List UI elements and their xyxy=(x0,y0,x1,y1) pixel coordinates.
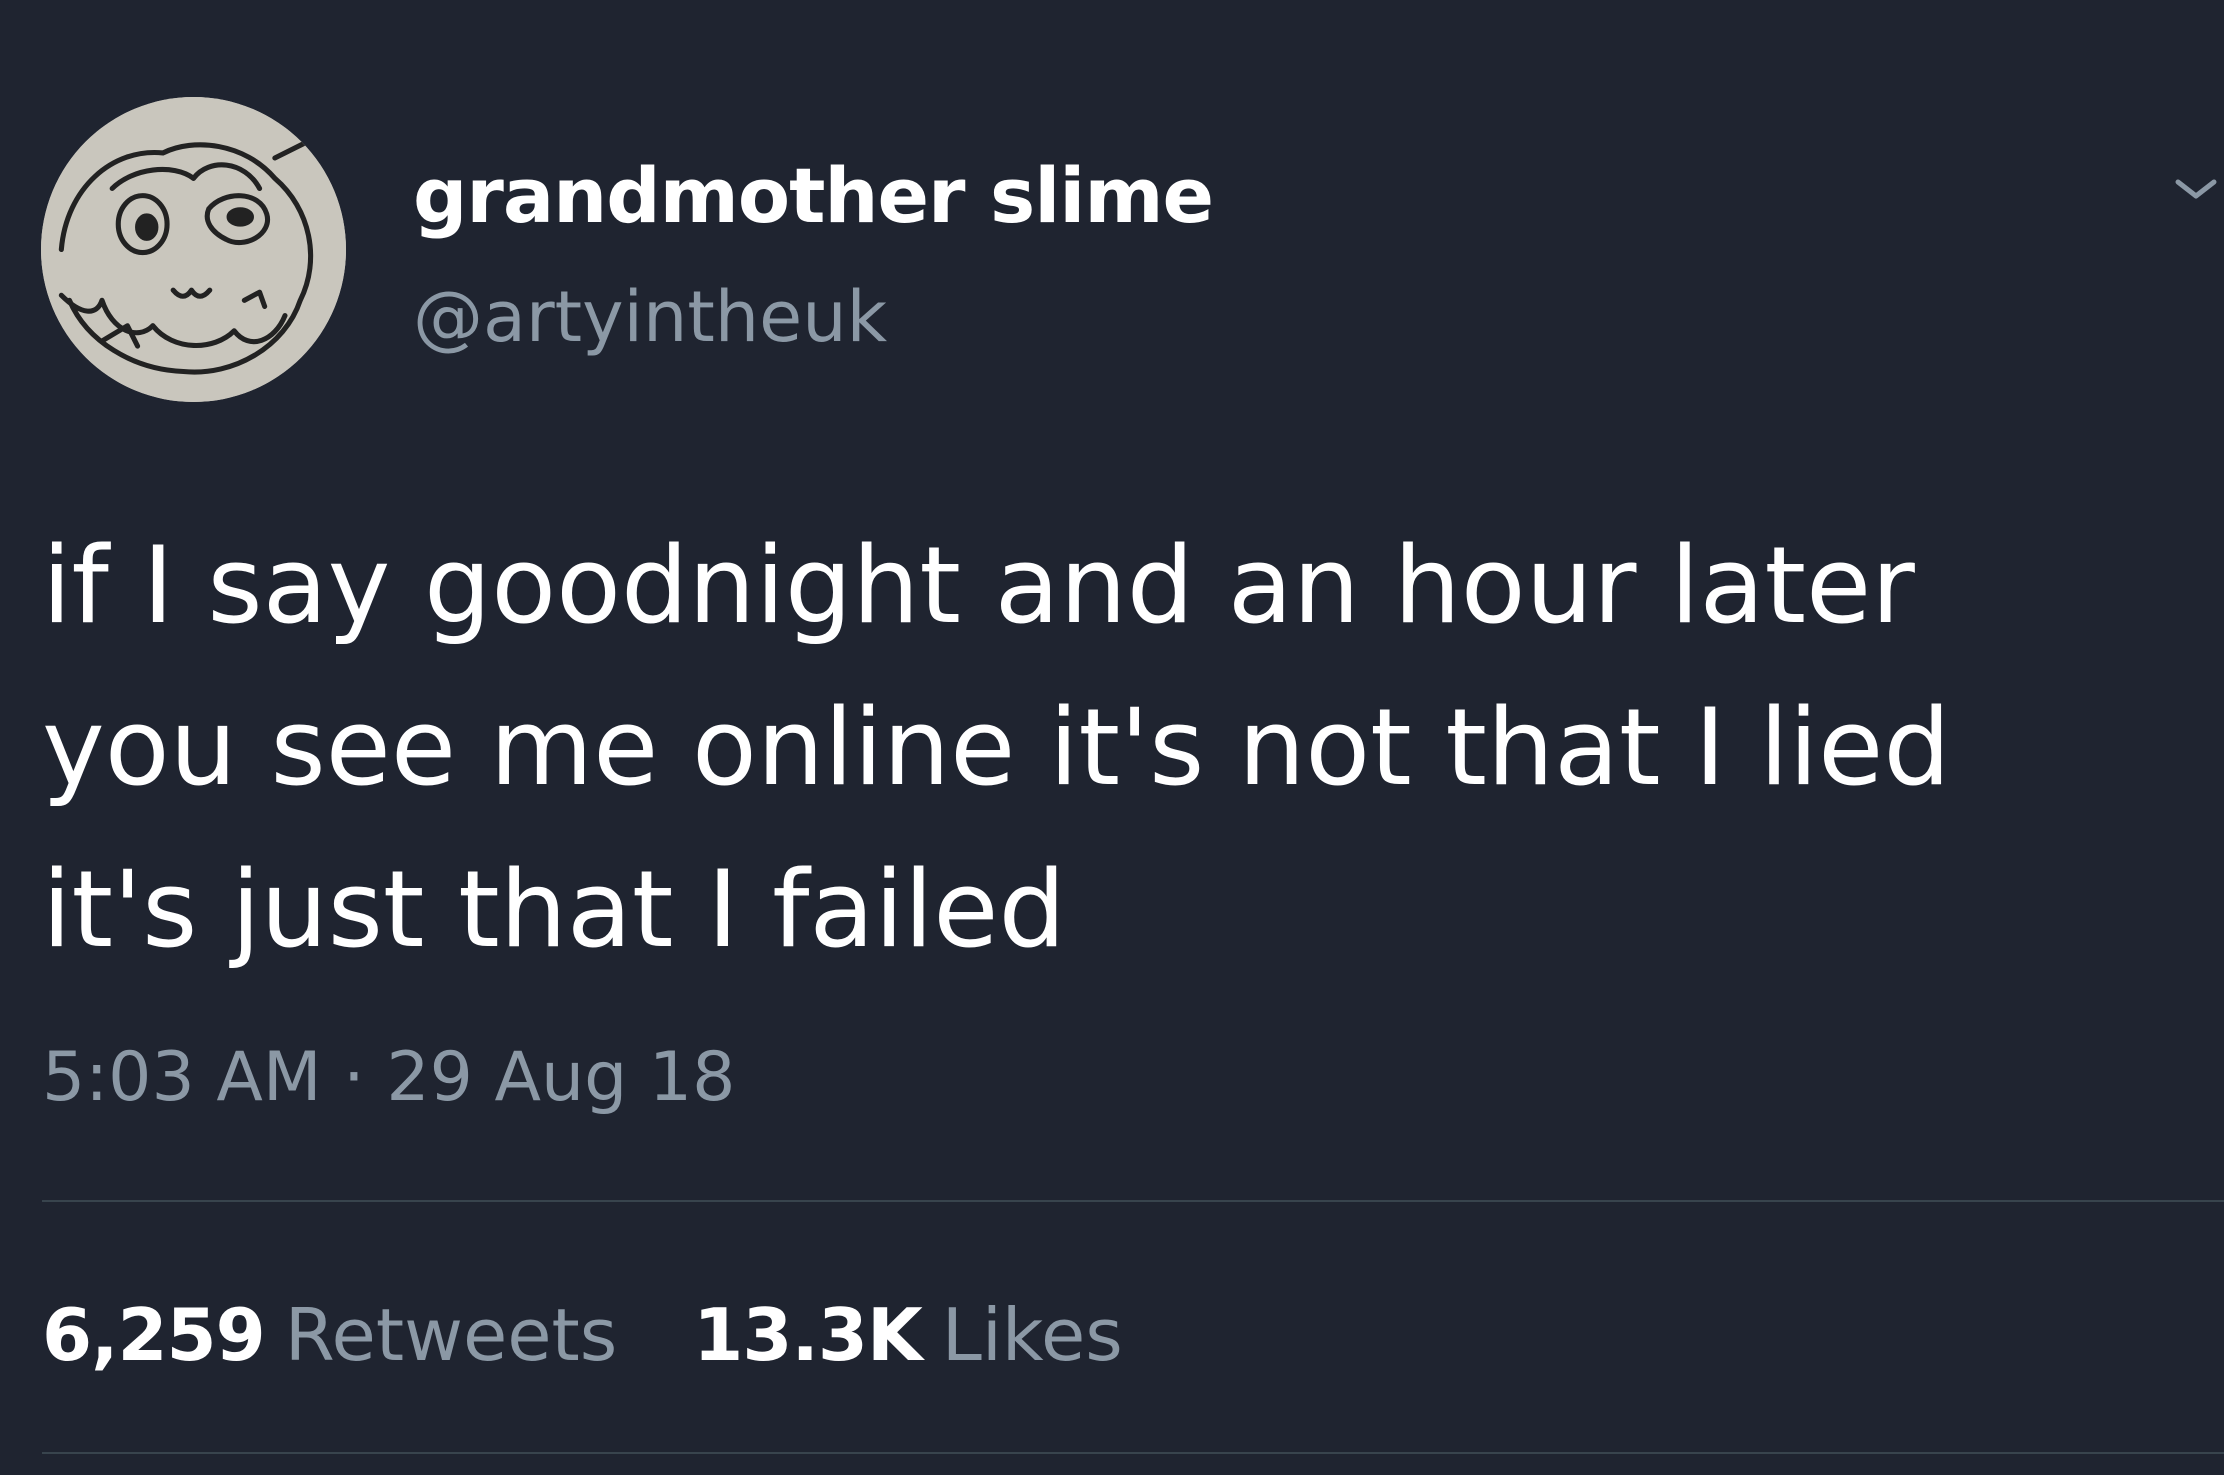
tweet-text-line: it's just that I failed xyxy=(42,848,1066,971)
user-handle[interactable]: @artyintheuk xyxy=(413,272,887,362)
avatar[interactable] xyxy=(41,97,346,402)
retweets-label: Retweets xyxy=(284,1293,618,1377)
tweet-card: grandmother slime @artyintheuk if I say … xyxy=(0,0,2224,1475)
retweets-stat[interactable]: 6,259 Retweets xyxy=(42,1285,617,1385)
likes-stat[interactable]: 13.3K Likes xyxy=(693,1285,1123,1385)
divider xyxy=(42,1200,2224,1202)
chevron-down-icon[interactable] xyxy=(2168,160,2224,216)
tweet-text-line: if I say goodnight and an hour later xyxy=(42,524,1915,647)
tweet-text-line: you see me online it's not that I lied xyxy=(42,686,1951,809)
likes-label: Likes xyxy=(941,1293,1123,1377)
tweet-text: if I say goodnight and an hour later you… xyxy=(42,505,2182,991)
display-name[interactable]: grandmother slime xyxy=(413,148,1214,244)
likes-count: 13.3K xyxy=(693,1293,922,1377)
hand-drawn-creature-avatar-icon xyxy=(41,97,346,402)
retweets-count: 6,259 xyxy=(42,1293,266,1377)
tweet-stats: 6,259 Retweets 13.3K Likes xyxy=(42,1285,1199,1385)
tweet-timestamp[interactable]: 5:03 AM · 29 Aug 18 xyxy=(42,1028,735,1128)
divider xyxy=(42,1452,2224,1454)
